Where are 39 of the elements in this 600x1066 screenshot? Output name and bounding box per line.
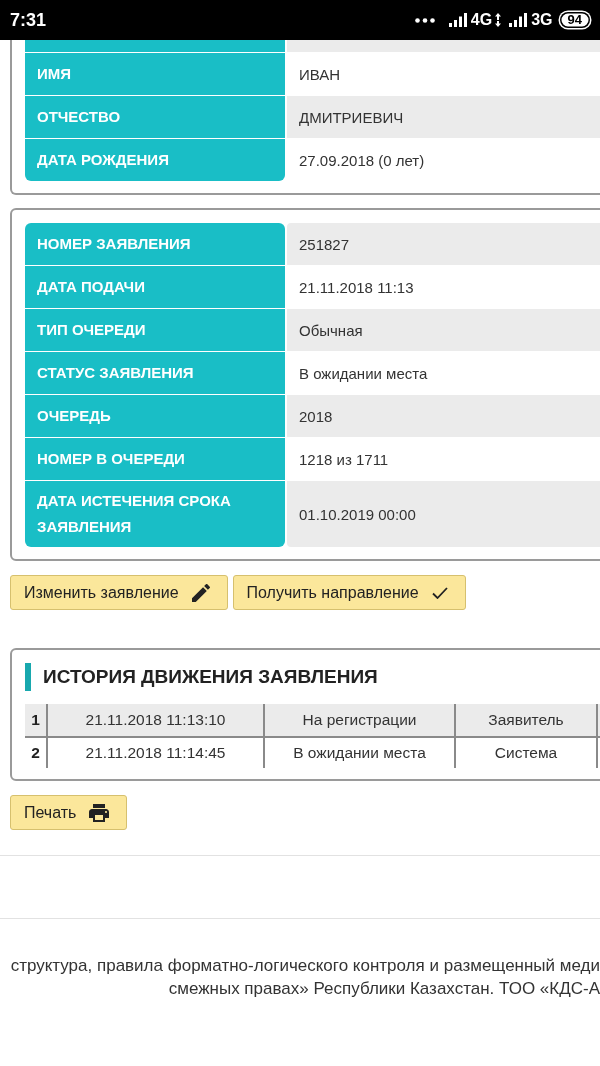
field-label: ДАТА ПОДАЧИ — [25, 266, 285, 308]
table-cell: Система — [456, 738, 598, 768]
table-cell: На регистрации — [265, 704, 456, 736]
field-value: 251827 — [287, 223, 600, 265]
field-value: 01.10.2019 00:00 — [287, 481, 600, 547]
action-button[interactable]: Изменить заявление — [10, 575, 228, 610]
print-button[interactable]: Печать — [10, 795, 128, 830]
field-label: ДАТА РОЖДЕНИЯ — [25, 139, 285, 181]
action-button[interactable]: Получить направление — [232, 575, 466, 610]
field-label: ОЧЕРЕДЬ — [25, 395, 285, 437]
footer-text: структура, правила форматно-логического контроля и размещенный меди смежных правах» Республики Казахстан. ТОО «КДС-А — [9, 955, 600, 1000]
signal-icon — [509, 13, 529, 27]
table-cell: 21.11.2018 11:14:45 — [48, 738, 265, 768]
clock-time: 7:31 — [10, 9, 47, 31]
table-cell: Заявитель — [456, 704, 598, 736]
field-value: ДМИТРИЕВИЧ — [287, 96, 600, 138]
field-label: ТИП ОЧЕРЕДИ — [25, 309, 285, 351]
battery-indicator: 94 — [559, 12, 590, 28]
table-cell: 21.11.2018 11:13:10 — [48, 704, 265, 736]
network-type: 4G — [470, 11, 493, 29]
field-value: Обычная — [287, 309, 600, 351]
field-label: ИМЯ — [25, 53, 285, 95]
printer-icon — [89, 803, 110, 822]
field-label: ДАТА ИСТЕЧЕНИЯ СРОКА ЗАЯВЛЕНИЯ — [25, 481, 285, 547]
check-icon — [431, 586, 448, 599]
field-label: НОМЕР ЗАЯВЛЕНИЯ — [25, 223, 285, 265]
field-value: 2018 — [287, 395, 600, 437]
section-title: ИСТОРИЯ ДВИЖЕНИЯ ЗАЯВЛЕНИЯ — [43, 666, 378, 688]
field-label: НОМЕР В ОЧЕРЕДИ — [25, 438, 285, 480]
more-dots-icon — [414, 17, 435, 23]
accent-bar — [25, 663, 31, 691]
pencil-icon — [191, 583, 210, 602]
field-label: СТАТУС ЗАЯВЛЕНИЯ — [25, 352, 285, 394]
signal-icon — [448, 13, 468, 27]
table-cell: В ожидании места — [265, 738, 456, 768]
row-number: 2 — [25, 738, 48, 768]
field-label: ОТЧЕСТВО — [25, 96, 285, 138]
row-number: 1 — [25, 704, 48, 736]
network-type: 3G — [531, 11, 553, 29]
